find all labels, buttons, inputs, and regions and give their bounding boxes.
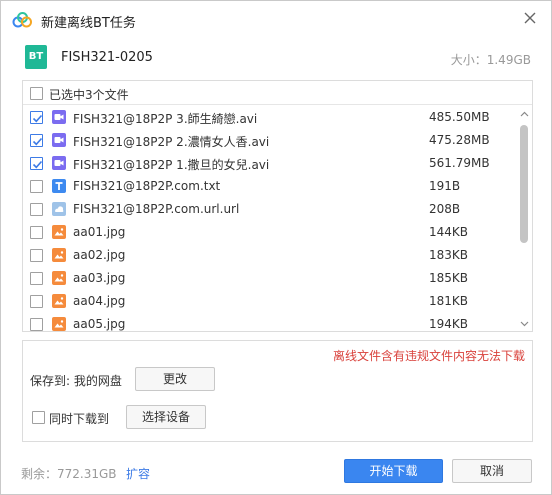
file-name: aa02.jpg (73, 248, 126, 262)
bt-total-size: 大小：1.49GB (450, 53, 531, 67)
bt-file-name: FISH321-0205 (61, 50, 153, 65)
file-list-scrollbar[interactable] (517, 106, 532, 331)
bt-file-header: BT FISH321-0205 大小：1.49GB (23, 45, 535, 71)
video-icon (52, 156, 66, 170)
select-device-button[interactable]: 选择设备 (126, 405, 206, 429)
text-file-icon (52, 179, 66, 193)
file-size: 475.28MB (429, 133, 490, 147)
file-checkbox[interactable] (30, 203, 43, 216)
select-all-checkbox[interactable] (30, 87, 43, 100)
file-name: aa04.jpg (73, 294, 126, 308)
expand-storage-link[interactable]: 扩容 (126, 465, 150, 482)
file-row[interactable]: aa03.jpg 185KB (23, 267, 517, 290)
file-name: aa01.jpg (73, 225, 126, 239)
scroll-down-arrow-icon[interactable] (517, 318, 532, 330)
change-location-button[interactable]: 更改 (135, 367, 215, 391)
image-icon (52, 294, 66, 308)
bt-file-icon: BT (25, 45, 47, 69)
file-size: 208B (429, 202, 461, 216)
file-name: FISH321@18P2P.com.txt (73, 179, 221, 193)
file-row[interactable]: aa05.jpg 194KB (23, 313, 517, 331)
scroll-up-arrow-icon[interactable] (517, 108, 532, 120)
file-row[interactable]: aa04.jpg 181KB (23, 290, 517, 313)
file-checkbox[interactable] (30, 134, 43, 147)
dialog-title: 新建离线BT任务 (41, 16, 136, 31)
file-name: aa05.jpg (73, 317, 126, 331)
file-checkbox[interactable] (30, 249, 43, 262)
file-size: 191B (429, 179, 461, 193)
file-row[interactable]: FISH321@18P2P.com.url.url 208B (23, 198, 517, 221)
file-name: FISH321@18P2P 1.撒旦的女兒.avi (73, 158, 270, 172)
file-checkbox[interactable] (30, 272, 43, 285)
cancel-button[interactable]: 取消 (452, 459, 532, 483)
violation-warning: 离线文件含有违规文件内容无法下载 (332, 349, 525, 363)
file-checkbox[interactable] (30, 318, 43, 331)
start-download-button[interactable]: 开始下载 (344, 459, 443, 483)
file-checkbox[interactable] (30, 111, 43, 124)
file-row[interactable]: FISH321@18P2P.com.txt 191B (23, 175, 517, 198)
file-size: 185KB (429, 271, 469, 285)
link-file-icon (52, 202, 66, 216)
image-icon (52, 317, 66, 331)
video-icon (52, 133, 66, 147)
file-size: 194KB (429, 317, 469, 331)
bt-task-dialog: 新建离线BT任务 BT FISH321-0205 大小：1.49GB 已选中3个… (0, 0, 552, 495)
file-name: aa03.jpg (73, 271, 126, 285)
file-list: FISH321@18P2P 3.師生綺戀.avi 485.50MB FISH321@… (23, 106, 517, 331)
file-name: FISH321@18P2P 3.師生綺戀.avi (73, 112, 258, 126)
save-options-panel: 离线文件含有违规文件内容无法下载 保存到: 我的网盘 更改 同时下载到 选择设备 (22, 340, 533, 442)
file-checkbox[interactable] (30, 180, 43, 193)
file-row[interactable]: aa01.jpg 144KB (23, 221, 517, 244)
title-bar: 新建离线BT任务 (1, 1, 551, 39)
sync-download-checkbox[interactable] (32, 411, 45, 424)
image-icon (52, 271, 66, 285)
file-row[interactable]: aa02.jpg 183KB (23, 244, 517, 267)
remaining-space: 剩余：772.31GB (21, 467, 117, 481)
selected-count-label: 已选中3个文件 (49, 88, 129, 102)
file-size: 144KB (429, 225, 469, 239)
file-size: 183KB (429, 248, 469, 262)
file-list-panel: 已选中3个文件 FISH321@18P2P 3.師生綺戀.avi 485.50MB… (22, 80, 533, 332)
file-size: 181KB (429, 294, 469, 308)
image-icon (52, 248, 66, 262)
file-checkbox[interactable] (30, 157, 43, 170)
file-size: 485.50MB (429, 110, 490, 124)
cloud-logo-icon (12, 12, 32, 28)
save-location-label: 保存到: 我的网盘 (30, 374, 122, 388)
file-checkbox[interactable] (30, 226, 43, 239)
close-icon[interactable] (521, 9, 539, 27)
file-row[interactable]: FISH321@18P2P 1.撒旦的女兒.avi 561.79MB (23, 152, 517, 175)
sync-download-label: 同时下载到 (49, 412, 110, 426)
file-size: 561.79MB (429, 156, 490, 170)
file-name: FISH321@18P2P 2.濃情女人香.avi (73, 135, 270, 149)
file-name: FISH321@18P2P.com.url.url (73, 202, 240, 216)
video-icon (52, 110, 66, 124)
file-row[interactable]: FISH321@18P2P 2.濃情女人香.avi 475.28MB (23, 129, 517, 152)
image-icon (52, 225, 66, 239)
file-row[interactable]: FISH321@18P2P 3.師生綺戀.avi 485.50MB (23, 106, 517, 129)
file-checkbox[interactable] (30, 295, 43, 308)
file-list-header: 已选中3个文件 (23, 81, 532, 105)
scroll-thumb[interactable] (520, 125, 528, 243)
